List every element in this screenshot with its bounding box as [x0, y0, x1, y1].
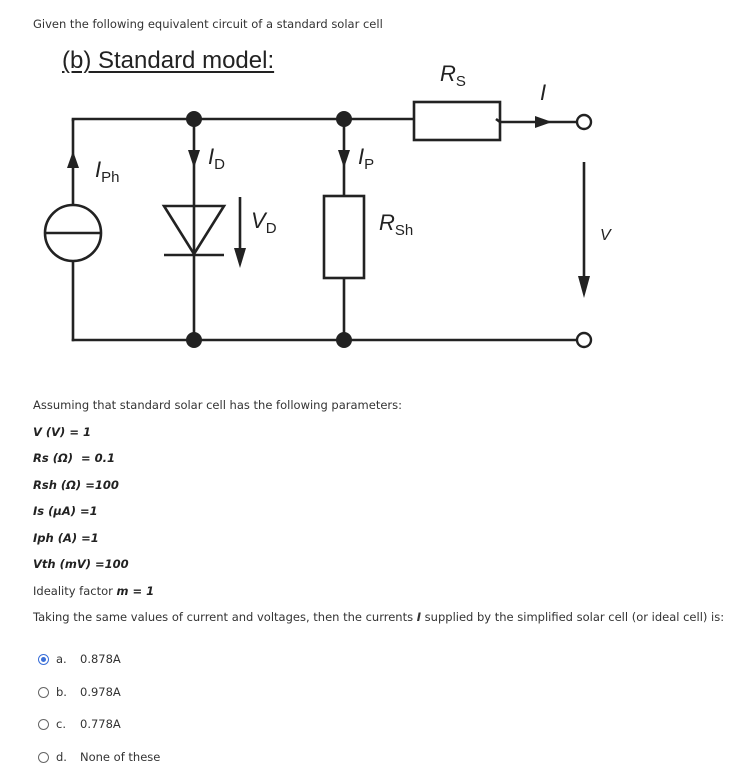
param-vth: Vth (mV) =100 — [33, 557, 402, 584]
iph-arrow — [67, 151, 79, 168]
label-iph: IPh — [95, 157, 119, 186]
answer-options: a. 0.878A b. 0.978A c. 0.778A d. None of… — [38, 652, 160, 782]
option-letter: c. — [49, 717, 80, 731]
param-v: V (V) = 1 — [33, 425, 402, 452]
radio-unselected-icon[interactable] — [38, 719, 49, 730]
label-vd: VD — [251, 208, 277, 237]
terminal-top — [577, 115, 591, 129]
radio-unselected-icon[interactable] — [38, 687, 49, 698]
option-d[interactable]: d. None of these — [38, 750, 160, 782]
option-letter: b. — [49, 685, 80, 699]
junction-dot — [336, 111, 352, 127]
param-ideality: Ideality factor m = 1 — [33, 584, 402, 611]
i-arrow — [535, 116, 552, 128]
radio-selected-icon[interactable] — [38, 654, 49, 665]
output-voltage-arrow-icon — [578, 162, 590, 298]
ip-arrow — [338, 150, 350, 168]
option-letter: d. — [49, 750, 80, 764]
label-rs: RS — [440, 61, 466, 90]
terminal-bottom — [577, 333, 591, 347]
option-letter: a. — [49, 652, 80, 666]
option-a[interactable]: a. 0.878A — [38, 652, 160, 685]
parameters-section: Assuming that standard solar cell has th… — [33, 398, 402, 610]
radio-unselected-icon[interactable] — [38, 752, 49, 763]
option-c[interactable]: c. 0.778A — [38, 717, 160, 750]
params-intro: Assuming that standard solar cell has th… — [33, 398, 402, 425]
option-b[interactable]: b. 0.978A — [38, 685, 160, 718]
option-text: 0.978A — [80, 685, 121, 699]
label-rsh: RSh — [379, 210, 413, 239]
junction-dot — [186, 111, 202, 127]
current-source-icon — [45, 151, 101, 261]
option-text: 0.778A — [80, 717, 121, 731]
param-iph: Iph (A) =1 — [33, 531, 402, 558]
param-rs: Rs (Ω) = 0.1 — [33, 451, 402, 478]
vd-arrow — [234, 248, 246, 268]
junction-dot — [336, 332, 352, 348]
label-v: V — [600, 227, 612, 244]
question-prompt: Taking the same values of current and vo… — [33, 610, 724, 624]
label-id: ID — [208, 144, 225, 173]
circuit-diagram: IPh ID VD IP RSh RS I V — [0, 0, 731, 380]
param-is: Is (µA) =1 — [33, 504, 402, 531]
label-ip: IP — [358, 144, 374, 173]
id-arrow — [188, 150, 200, 168]
option-text: None of these — [80, 750, 160, 764]
junction-dot — [186, 332, 202, 348]
option-text: 0.878A — [80, 652, 121, 666]
label-i: I — [540, 80, 546, 105]
diode-icon — [164, 150, 246, 268]
param-rsh: Rsh (Ω) =100 — [33, 478, 402, 505]
